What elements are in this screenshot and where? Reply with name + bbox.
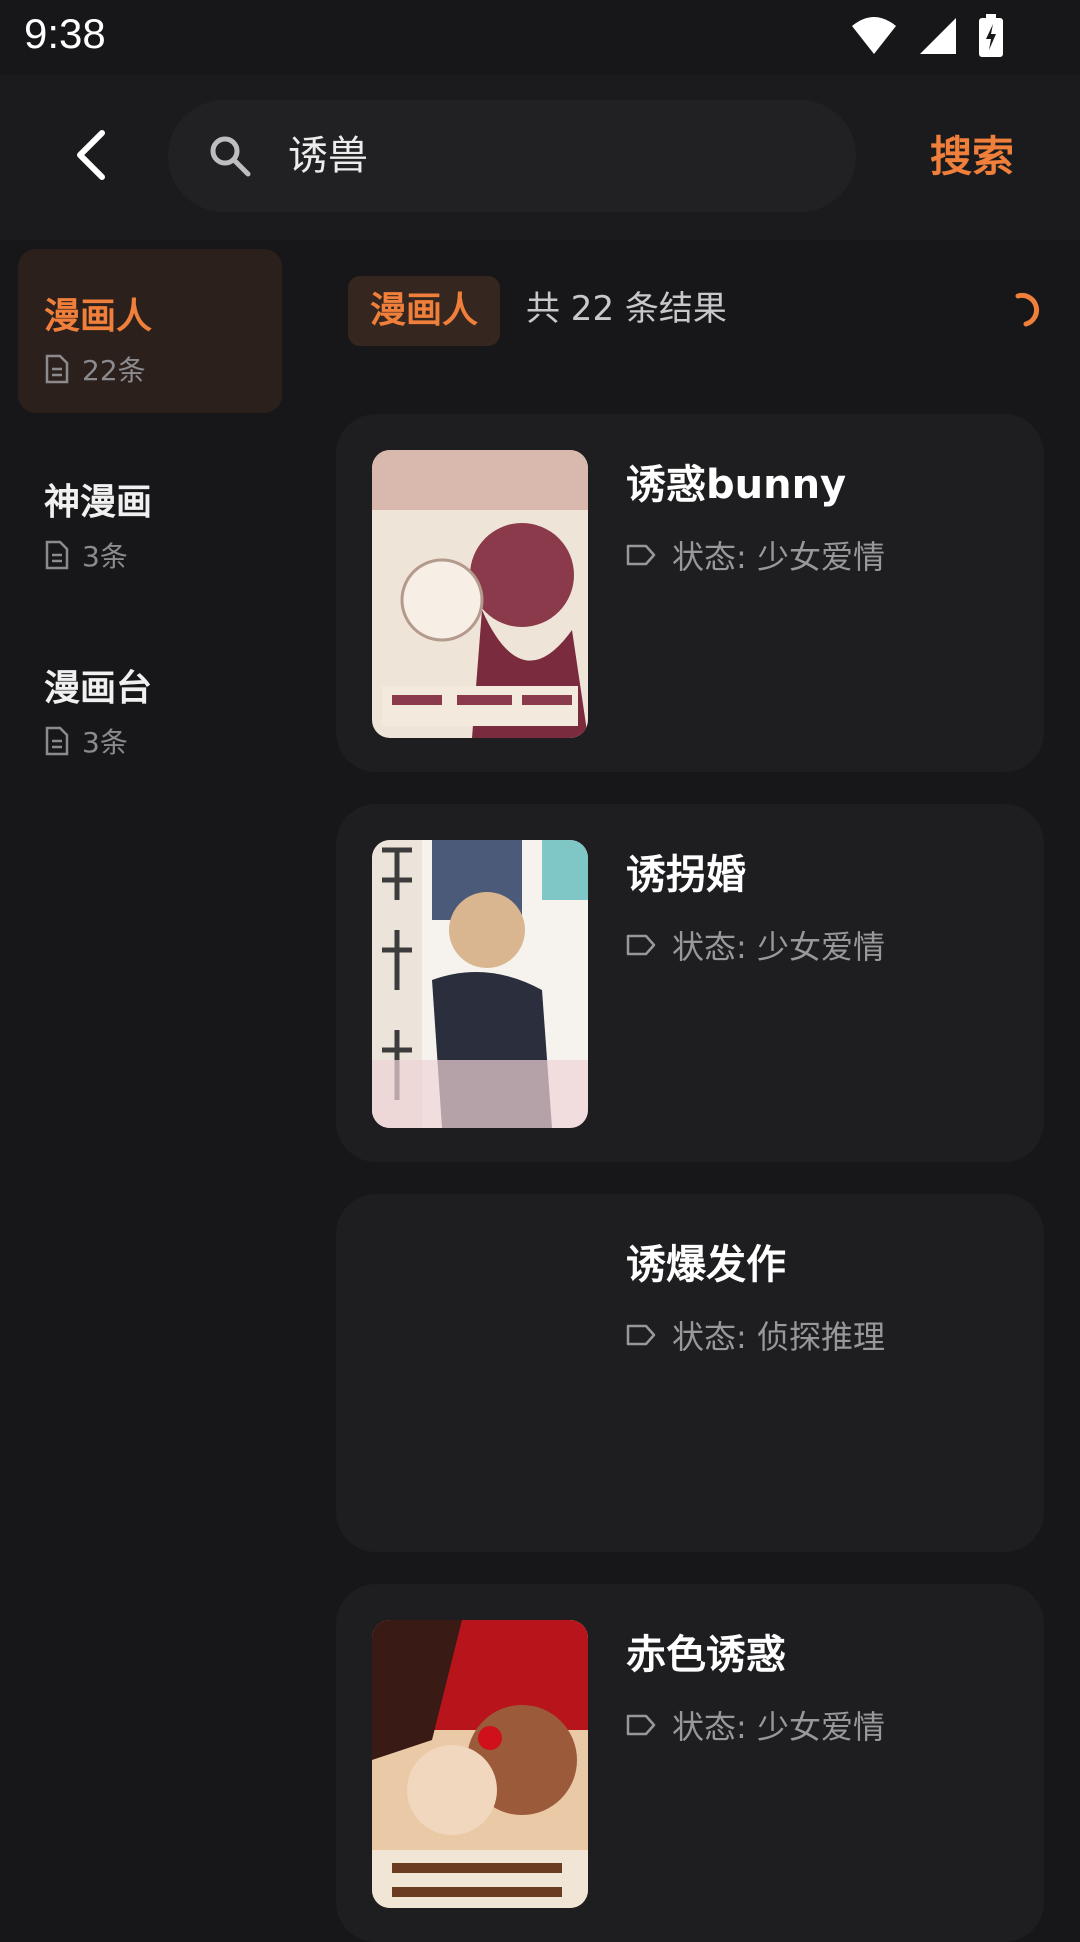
result-title: 诱爆发作 <box>626 1242 786 1288</box>
results-header: 漫画人 共 22 条结果 <box>348 276 1048 346</box>
result-title: 诱拐婚 <box>626 852 746 898</box>
signal-icon <box>920 18 956 54</box>
tag-icon <box>626 544 656 566</box>
back-arrow-icon <box>77 130 105 180</box>
result-status: 状态: 少女爱情 <box>672 1708 885 1746</box>
back-button[interactable] <box>60 125 120 185</box>
source-count: 22条 <box>82 354 146 387</box>
source-item-manhuaren[interactable]: 漫画人 22条 <box>18 249 282 413</box>
status-row: 状态: 少女爱情 <box>626 1702 885 1748</box>
cover-image <box>372 450 588 738</box>
result-card[interactable]: 诱惑bunny 状态: 少女爱情 <box>336 414 1044 772</box>
result-card[interactable]: 诱拐婚 状态: 少女爱情 <box>336 804 1044 1162</box>
cover-image-placeholder <box>372 1230 588 1518</box>
source-name: 神漫画 <box>44 482 153 523</box>
wifi-icon <box>852 17 896 54</box>
source-name: 漫画台 <box>44 668 153 709</box>
source-chip: 漫画人 <box>348 276 501 346</box>
tag-icon <box>626 934 656 956</box>
status-row: 状态: 侦探推理 <box>626 1312 885 1358</box>
source-item-shenmanhua[interactable]: 神漫画 3条 <box>18 435 282 599</box>
source-count: 3条 <box>82 540 128 573</box>
result-count: 共 22 条结果 <box>526 289 727 329</box>
result-status: 状态: 少女爱情 <box>672 928 885 966</box>
source-count-row: 22条 <box>44 349 146 389</box>
source-count-row: 3条 <box>44 535 128 575</box>
source-name: 漫画人 <box>44 296 153 337</box>
result-card[interactable]: 诱爆发作 状态: 侦探推理 <box>336 1194 1044 1552</box>
search-input[interactable] <box>288 100 808 212</box>
source-count-row: 3条 <box>44 721 128 761</box>
status-icons <box>850 14 1004 58</box>
cover-image <box>372 840 588 1128</box>
search-button[interactable]: 搜索 <box>930 123 1014 184</box>
tag-icon <box>626 1714 656 1736</box>
search-icon <box>210 136 251 177</box>
source-item-manhuatai[interactable]: 漫画台 3条 <box>18 621 282 785</box>
battery-icon <box>979 14 1003 57</box>
tag-icon <box>626 1324 656 1346</box>
result-card[interactable]: 赤色诱惑 状态: 少女爱情 <box>336 1584 1044 1942</box>
status-row: 状态: 少女爱情 <box>626 532 885 578</box>
status-bar: 9:38 <box>0 0 1080 75</box>
result-title: 诱惑bunny <box>626 462 847 508</box>
search-header: 搜索 <box>0 75 1080 240</box>
status-time: 9:38 <box>24 10 106 57</box>
cover-image <box>372 1620 588 1908</box>
result-status: 状态: 少女爱情 <box>672 538 885 576</box>
document-icon <box>45 726 69 756</box>
document-icon <box>45 540 69 570</box>
result-title: 赤色诱惑 <box>626 1632 786 1678</box>
status-row: 状态: 少女爱情 <box>626 922 885 968</box>
result-status: 状态: 侦探推理 <box>672 1318 885 1356</box>
document-icon <box>45 354 69 384</box>
source-count: 3条 <box>82 726 128 759</box>
search-box[interactable] <box>168 100 856 212</box>
loading-spinner-icon <box>1015 292 1040 327</box>
